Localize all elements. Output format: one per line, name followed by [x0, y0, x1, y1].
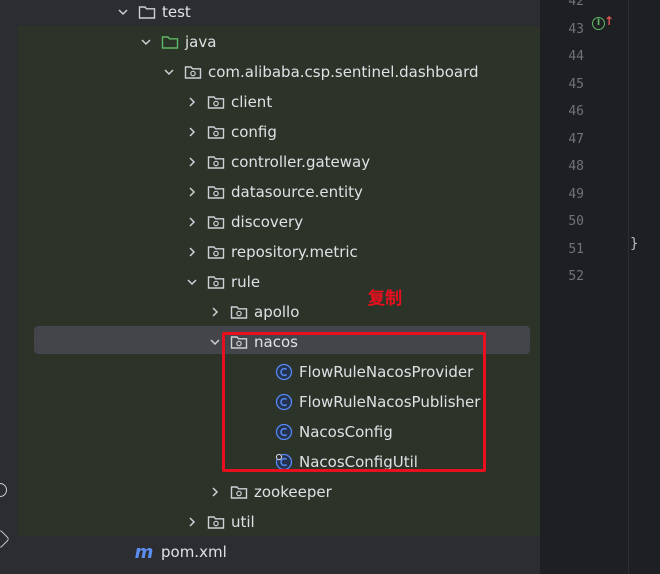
- chevron-down-icon[interactable]: [139, 35, 153, 49]
- line-number: 50: [568, 214, 584, 229]
- chevron-right-icon[interactable]: [185, 245, 199, 259]
- chevron-down-icon[interactable]: [116, 5, 130, 19]
- code-editor[interactable]: 42 43 44 45 46 47 48 49 50 51 52 I ↑ }: [542, 0, 660, 574]
- line-number: 42: [568, 0, 584, 9]
- chevron-right-icon[interactable]: [208, 305, 222, 319]
- tree-item-label: test: [162, 3, 191, 21]
- tree-item-zookeeper[interactable]: zookeeper: [18, 477, 540, 507]
- line-number: 44: [568, 49, 584, 64]
- chevron-right-icon[interactable]: [208, 485, 222, 499]
- gutter-separator: [628, 0, 629, 574]
- chevron-down-icon[interactable]: [208, 335, 222, 349]
- package-icon: [207, 514, 225, 530]
- tree-item-repository-metric[interactable]: repository.metric: [18, 237, 540, 267]
- tree-item-label: client: [231, 93, 273, 111]
- package-icon: [207, 274, 225, 290]
- tree-item-pom-xml[interactable]: m pom.xml: [18, 537, 540, 567]
- tree-item-config[interactable]: config: [18, 117, 540, 147]
- tree-item-label: com.alibaba.csp.sentinel.dashboard: [208, 63, 479, 81]
- tree-item-label: java: [185, 33, 217, 51]
- package-icon: [207, 154, 225, 170]
- line-number: 48: [568, 159, 584, 174]
- tree-item-label: datasource.entity: [231, 183, 363, 201]
- line-number: 51: [568, 241, 584, 257]
- up-arrow-icon: ↑: [604, 14, 615, 28]
- package-icon: [230, 484, 248, 500]
- folder-icon: [138, 4, 156, 20]
- line-number: 52: [568, 269, 584, 284]
- tree-item-label: util: [231, 513, 255, 531]
- gutter-circle-icon[interactable]: [0, 483, 7, 497]
- maven-icon: m: [134, 541, 154, 563]
- annotation-label: 复制: [368, 289, 402, 309]
- chevron-right-icon[interactable]: [185, 125, 199, 139]
- tree-item-rule[interactable]: rule: [18, 267, 540, 297]
- tree-item-label: pom.xml: [161, 543, 227, 561]
- package-icon: [230, 304, 248, 320]
- tree-item-datasource-entity[interactable]: datasource.entity: [18, 177, 540, 207]
- tree-item-apollo[interactable]: apollo: [18, 297, 540, 327]
- left-gutter: [0, 0, 18, 574]
- tree-item-label: discovery: [231, 213, 304, 231]
- package-icon: [207, 94, 225, 110]
- package-icon: [207, 124, 225, 140]
- chevron-right-icon[interactable]: [185, 215, 199, 229]
- tree-item-util[interactable]: util: [18, 507, 540, 537]
- chevron-down-icon[interactable]: [185, 275, 199, 289]
- tree-item-label: rule: [231, 273, 261, 291]
- tree-item-test[interactable]: test: [18, 0, 540, 27]
- package-icon: [207, 244, 225, 260]
- tree-item-label: zookeeper: [254, 483, 332, 501]
- package-icon: [184, 64, 202, 80]
- chevron-right-icon[interactable]: [185, 95, 199, 109]
- line-number: 47: [568, 131, 584, 147]
- tree-item-label: repository.metric: [231, 243, 358, 261]
- package-icon: [207, 184, 225, 200]
- line-number: 49: [568, 186, 584, 202]
- chevron-right-icon[interactable]: [185, 185, 199, 199]
- gutter-diamond-icon[interactable]: [0, 529, 10, 549]
- tree-item-com-alibaba-csp-sentinel-dashboard[interactable]: com.alibaba.csp.sentinel.dashboard: [18, 57, 540, 87]
- tree-item-java[interactable]: java: [18, 27, 540, 57]
- tree-item-client[interactable]: client: [18, 87, 540, 117]
- annotation-box: [222, 332, 486, 472]
- package-icon: [207, 214, 225, 230]
- line-number: 43: [568, 21, 584, 37]
- folder-icon: [161, 34, 179, 50]
- tree-item-controller-gateway[interactable]: controller.gateway: [18, 147, 540, 177]
- closing-brace: }: [630, 236, 639, 252]
- chevron-right-icon[interactable]: [185, 515, 199, 529]
- project-tree: test java com.alibaba.csp.sentinel.dashboa…: [18, 0, 540, 574]
- tree-item-label: controller.gateway: [231, 153, 371, 171]
- tree-item-label: apollo: [254, 303, 300, 321]
- tree-item-label: config: [231, 123, 277, 141]
- line-number: 46: [568, 104, 584, 119]
- chevron-down-icon[interactable]: [162, 65, 176, 79]
- chevron-right-icon[interactable]: [185, 155, 199, 169]
- tree-item-discovery[interactable]: discovery: [18, 207, 540, 237]
- line-number: 45: [568, 76, 584, 92]
